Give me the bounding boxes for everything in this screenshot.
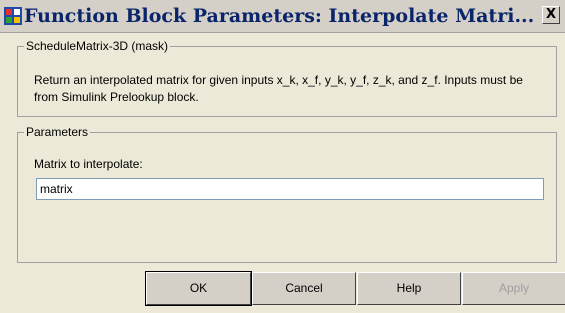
mask-group-title: ScheduleMatrix-3D (mask) [24, 38, 171, 54]
close-button[interactable]: X [542, 6, 560, 24]
parameters-groupbox: Parameters Matrix to interpolate: [17, 124, 557, 263]
simulink-block-icon [4, 7, 22, 25]
parameters-group-title: Parameters [24, 124, 91, 140]
title-bar[interactable]: Function Block Parameters: Interpolate M… [0, 0, 565, 33]
matrix-input[interactable] [36, 178, 544, 200]
help-button[interactable]: Help [357, 272, 461, 305]
ok-button[interactable]: OK [145, 271, 252, 306]
apply-button[interactable]: Apply [462, 272, 565, 305]
close-icon: X [545, 7, 557, 22]
matrix-field-label: Matrix to interpolate: [34, 157, 143, 171]
mask-groupbox: ScheduleMatrix-3D (mask) Return an inter… [17, 38, 557, 117]
window-title: Function Block Parameters: Interpolate M… [24, 5, 535, 27]
mask-description: Return an interpolated matrix for given … [34, 73, 523, 104]
cancel-button[interactable]: Cancel [252, 272, 356, 305]
